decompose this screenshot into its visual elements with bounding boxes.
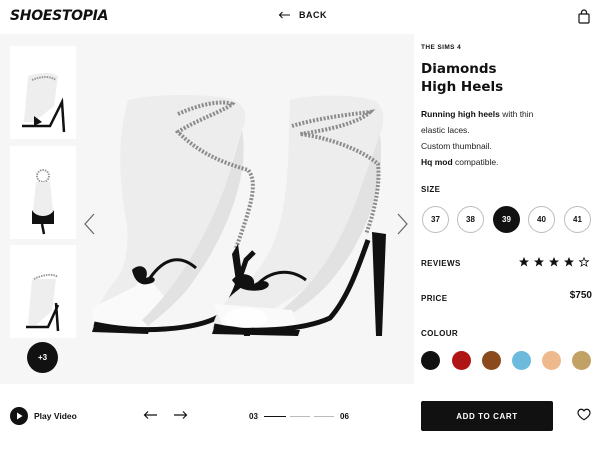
star-filled-icon	[534, 257, 544, 267]
colour-swatch-black[interactable]	[421, 351, 440, 370]
description-line-1: Running high heels with thin	[421, 106, 596, 122]
product-title: Diamonds High Heels	[421, 60, 591, 96]
shopping-bag-icon[interactable]	[578, 9, 590, 24]
price-value: $750	[569, 290, 592, 301]
brand-logo[interactable]: SHOESTOPIA	[10, 8, 108, 24]
arrow-left-icon	[278, 11, 290, 19]
play-icon	[16, 412, 22, 420]
back-label: BACK	[299, 10, 327, 20]
thumbnail-sandal-back-icon	[32, 169, 54, 235]
description-text-1: with thin	[499, 109, 534, 119]
description-line-2: elastic laces.	[421, 125, 470, 135]
size-option-41[interactable]: 41	[564, 206, 591, 233]
pager-progress	[264, 416, 286, 417]
back-button[interactable]: BACK	[278, 10, 327, 20]
colour-swatch-blue[interactable]	[512, 351, 531, 370]
colour-label: COLOUR	[421, 329, 459, 338]
colour-swatch-peach[interactable]	[542, 351, 561, 370]
thumbnail-2[interactable]	[10, 146, 76, 239]
thumbnail-sandal-pair-icon	[26, 273, 60, 332]
size-option-39[interactable]: 39	[493, 206, 520, 233]
star-filled-icon	[564, 257, 574, 267]
play-video-label[interactable]: Play Video	[34, 411, 77, 421]
pager-track	[314, 416, 334, 417]
colour-swatch-gold[interactable]	[572, 351, 591, 370]
thumbnail-1[interactable]	[10, 46, 76, 139]
description-bold-1: Running high heels	[421, 109, 500, 119]
colour-swatch-red[interactable]	[452, 351, 471, 370]
thumbnail-3[interactable]	[10, 245, 76, 338]
reviews-label: REVIEWS	[421, 259, 461, 268]
size-label: SIZE	[421, 185, 441, 194]
rating-stars	[518, 256, 590, 268]
description-bold-4: Hq mod	[421, 157, 453, 167]
arrow-left-icon[interactable]	[143, 410, 158, 420]
product-category: THE SIMS 4	[421, 44, 462, 51]
thumbnail-sandal-icon	[22, 73, 66, 133]
description-line-3: Custom thumbnail.	[421, 141, 492, 151]
add-to-cart-button[interactable]: ADD TO CART	[421, 401, 553, 431]
description-line-4: Hq mod compatible.	[421, 154, 596, 170]
pager-total: 06	[340, 412, 349, 421]
product-title-line2: High Heels	[421, 79, 504, 95]
star-filled-icon	[519, 257, 529, 267]
description-text-4: compatible.	[452, 157, 499, 167]
pager-current: 03	[249, 412, 258, 421]
size-option-38[interactable]: 38	[457, 206, 484, 233]
pager-track	[290, 416, 310, 417]
colour-swatch-brown[interactable]	[482, 351, 501, 370]
price-label: PRICE	[421, 294, 448, 303]
star-filled-icon	[549, 257, 559, 267]
chevron-left-icon[interactable]	[82, 212, 96, 236]
product-title-line1: Diamonds	[421, 61, 497, 77]
heart-icon[interactable]	[577, 408, 591, 421]
arrow-right-icon[interactable]	[173, 410, 188, 420]
more-thumbnails-button[interactable]: +3	[27, 342, 58, 373]
size-option-40[interactable]: 40	[528, 206, 555, 233]
star-empty-icon	[578, 256, 590, 268]
size-option-37[interactable]: 37	[422, 206, 449, 233]
chevron-right-icon[interactable]	[396, 212, 410, 236]
product-description: Running high heels with thin elastic lac…	[421, 106, 596, 170]
play-video-button[interactable]	[10, 407, 28, 425]
